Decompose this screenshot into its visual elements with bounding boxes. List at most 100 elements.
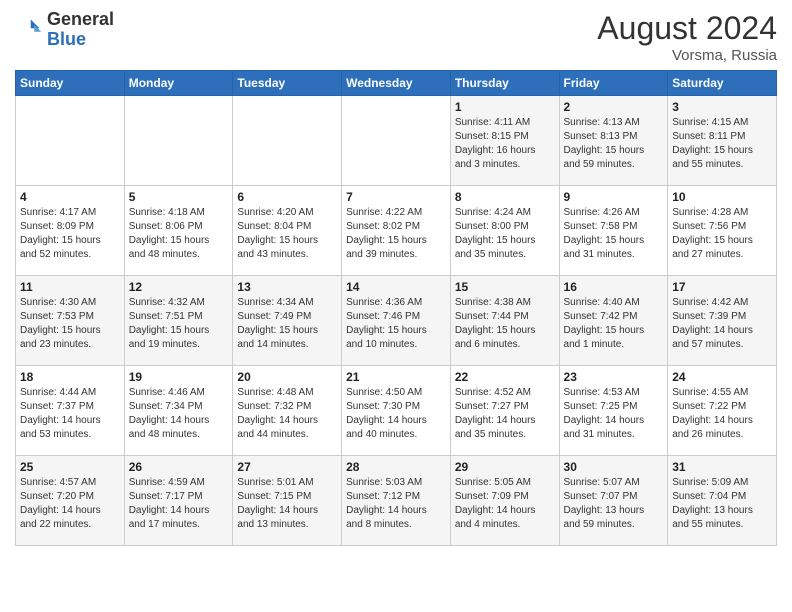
- day-number: 25: [20, 460, 120, 474]
- day-number: 18: [20, 370, 120, 384]
- day-info: Sunrise: 4:53 AM Sunset: 7:25 PM Dayligh…: [564, 386, 664, 442]
- calendar-week-2: 4Sunrise: 4:17 AM Sunset: 8:09 PM Daylig…: [16, 186, 777, 276]
- calendar-cell: 20 Sunrise: 4:48 AM Sunset: 7:32 PM Dayli…: [233, 366, 342, 456]
- calendar-cell: 9Sunrise: 4:26 AM Sunset: 7:58 PM Daylig…: [559, 186, 668, 276]
- calendar-cell: 17 Sunrise: 4:42 AM Sunset: 7:39 PM Dayli…: [668, 276, 777, 366]
- day-number: 8: [455, 190, 555, 204]
- day-number: 30: [564, 460, 664, 474]
- day-info: Sunrise: 4:59 AM Sunset: 7:17 PM Dayligh…: [129, 476, 229, 532]
- day-number: 12: [129, 280, 229, 294]
- logo-icon: [15, 16, 43, 44]
- weekday-header-sunday: Sunday: [16, 71, 125, 96]
- day-info: Sunrise: 4:40 AM Sunset: 7:42 PM Dayligh…: [564, 296, 664, 352]
- calendar-cell: [233, 96, 342, 186]
- calendar-week-5: 25 Sunrise: 4:57 AM Sunset: 7:20 PM Dayli…: [16, 456, 777, 546]
- calendar-cell: 30 Sunrise: 5:07 AM Sunset: 7:07 PM Dayli…: [559, 456, 668, 546]
- calendar-cell: 11 Sunrise: 4:30 AM Sunset: 7:53 PM Dayli…: [16, 276, 125, 366]
- day-info: Sunrise: 4:18 AM Sunset: 8:06 PM Dayligh…: [129, 206, 229, 262]
- calendar-cell: 1Sunrise: 4:11 AM Sunset: 8:15 PM Daylig…: [450, 96, 559, 186]
- calendar-cell: 27Sunrise: 5:01 AM Sunset: 7:15 PM Dayli…: [233, 456, 342, 546]
- day-info: Sunrise: 4:57 AM Sunset: 7:20 PM Dayligh…: [20, 476, 120, 532]
- day-info: Sunrise: 4:20 AM Sunset: 8:04 PM Dayligh…: [237, 206, 337, 262]
- day-number: 2: [564, 100, 664, 114]
- calendar-table: SundayMondayTuesdayWednesdayThursdayFrid…: [15, 70, 777, 546]
- day-number: 3: [672, 100, 772, 114]
- calendar-cell: 19 Sunrise: 4:46 AM Sunset: 7:34 PM Dayli…: [124, 366, 233, 456]
- calendar-cell: 5 Sunrise: 4:18 AM Sunset: 8:06 PM Daylig…: [124, 186, 233, 276]
- day-info: Sunrise: 4:15 AM Sunset: 8:11 PM Dayligh…: [672, 116, 772, 172]
- weekday-header-tuesday: Tuesday: [233, 71, 342, 96]
- day-info: Sunrise: 4:32 AM Sunset: 7:51 PM Dayligh…: [129, 296, 229, 352]
- calendar-week-1: 1Sunrise: 4:11 AM Sunset: 8:15 PM Daylig…: [16, 96, 777, 186]
- day-number: 11: [20, 280, 120, 294]
- day-number: 19: [129, 370, 229, 384]
- calendar-cell: 6 Sunrise: 4:20 AM Sunset: 8:04 PM Daylig…: [233, 186, 342, 276]
- day-info: Sunrise: 4:24 AM Sunset: 8:00 PM Dayligh…: [455, 206, 555, 262]
- day-number: 21: [346, 370, 446, 384]
- day-info: Sunrise: 4:48 AM Sunset: 7:32 PM Dayligh…: [237, 386, 337, 442]
- day-info: Sunrise: 4:34 AM Sunset: 7:49 PM Dayligh…: [237, 296, 337, 352]
- calendar-cell: 29 Sunrise: 5:05 AM Sunset: 7:09 PM Dayli…: [450, 456, 559, 546]
- calendar-cell: 3 Sunrise: 4:15 AM Sunset: 8:11 PM Daylig…: [668, 96, 777, 186]
- day-info: Sunrise: 4:42 AM Sunset: 7:39 PM Dayligh…: [672, 296, 772, 352]
- day-info: Sunrise: 4:13 AM Sunset: 8:13 PM Dayligh…: [564, 116, 664, 172]
- day-number: 17: [672, 280, 772, 294]
- day-number: 27: [237, 460, 337, 474]
- calendar-cell: 28 Sunrise: 5:03 AM Sunset: 7:12 PM Dayli…: [342, 456, 451, 546]
- calendar-cell: 7 Sunrise: 4:22 AM Sunset: 8:02 PM Daylig…: [342, 186, 451, 276]
- weekday-header-row: SundayMondayTuesdayWednesdayThursdayFrid…: [16, 71, 777, 96]
- weekday-header-friday: Friday: [559, 71, 668, 96]
- calendar-cell: 21Sunrise: 4:50 AM Sunset: 7:30 PM Dayli…: [342, 366, 451, 456]
- day-number: 7: [346, 190, 446, 204]
- day-info: Sunrise: 4:46 AM Sunset: 7:34 PM Dayligh…: [129, 386, 229, 442]
- calendar-cell: [342, 96, 451, 186]
- day-info: Sunrise: 5:03 AM Sunset: 7:12 PM Dayligh…: [346, 476, 446, 532]
- calendar-cell: 12 Sunrise: 4:32 AM Sunset: 7:51 PM Dayli…: [124, 276, 233, 366]
- calendar-cell: 23Sunrise: 4:53 AM Sunset: 7:25 PM Dayli…: [559, 366, 668, 456]
- day-info: Sunrise: 4:44 AM Sunset: 7:37 PM Dayligh…: [20, 386, 120, 442]
- month-year-title: August 2024: [597, 10, 777, 47]
- day-info: Sunrise: 4:55 AM Sunset: 7:22 PM Dayligh…: [672, 386, 772, 442]
- day-info: Sunrise: 5:09 AM Sunset: 7:04 PM Dayligh…: [672, 476, 772, 532]
- day-number: 20: [237, 370, 337, 384]
- day-number: 26: [129, 460, 229, 474]
- calendar-cell: [124, 96, 233, 186]
- day-info: Sunrise: 4:36 AM Sunset: 7:46 PM Dayligh…: [346, 296, 446, 352]
- day-info: Sunrise: 4:28 AM Sunset: 7:56 PM Dayligh…: [672, 206, 772, 262]
- calendar-cell: 25 Sunrise: 4:57 AM Sunset: 7:20 PM Dayli…: [16, 456, 125, 546]
- location-subtitle: Vorsma, Russia: [597, 47, 777, 64]
- calendar-week-4: 18 Sunrise: 4:44 AM Sunset: 7:37 PM Dayli…: [16, 366, 777, 456]
- logo: General Blue: [15, 10, 114, 50]
- day-number: 29: [455, 460, 555, 474]
- calendar-cell: 16Sunrise: 4:40 AM Sunset: 7:42 PM Dayli…: [559, 276, 668, 366]
- day-info: Sunrise: 4:30 AM Sunset: 7:53 PM Dayligh…: [20, 296, 120, 352]
- logo-blue-text: Blue: [47, 29, 86, 49]
- day-info: Sunrise: 5:07 AM Sunset: 7:07 PM Dayligh…: [564, 476, 664, 532]
- weekday-header-wednesday: Wednesday: [342, 71, 451, 96]
- day-number: 28: [346, 460, 446, 474]
- day-info: Sunrise: 5:05 AM Sunset: 7:09 PM Dayligh…: [455, 476, 555, 532]
- title-block: August 2024 Vorsma, Russia: [597, 10, 777, 64]
- weekday-header-monday: Monday: [124, 71, 233, 96]
- calendar-cell: 22 Sunrise: 4:52 AM Sunset: 7:27 PM Dayli…: [450, 366, 559, 456]
- calendar-cell: 18 Sunrise: 4:44 AM Sunset: 7:37 PM Dayli…: [16, 366, 125, 456]
- calendar-cell: 10Sunrise: 4:28 AM Sunset: 7:56 PM Dayli…: [668, 186, 777, 276]
- day-number: 5: [129, 190, 229, 204]
- day-info: Sunrise: 4:22 AM Sunset: 8:02 PM Dayligh…: [346, 206, 446, 262]
- calendar-cell: 13 Sunrise: 4:34 AM Sunset: 7:49 PM Dayli…: [233, 276, 342, 366]
- day-number: 22: [455, 370, 555, 384]
- day-number: 13: [237, 280, 337, 294]
- day-info: Sunrise: 4:17 AM Sunset: 8:09 PM Dayligh…: [20, 206, 120, 262]
- weekday-header-thursday: Thursday: [450, 71, 559, 96]
- page-header: General Blue August 2024 Vorsma, Russia: [15, 10, 777, 64]
- day-info: Sunrise: 4:52 AM Sunset: 7:27 PM Dayligh…: [455, 386, 555, 442]
- day-number: 14: [346, 280, 446, 294]
- calendar-cell: 14 Sunrise: 4:36 AM Sunset: 7:46 PM Dayli…: [342, 276, 451, 366]
- calendar-cell: 8 Sunrise: 4:24 AM Sunset: 8:00 PM Daylig…: [450, 186, 559, 276]
- day-number: 31: [672, 460, 772, 474]
- day-number: 6: [237, 190, 337, 204]
- day-info: Sunrise: 4:11 AM Sunset: 8:15 PM Dayligh…: [455, 116, 555, 172]
- calendar-cell: 2 Sunrise: 4:13 AM Sunset: 8:13 PM Daylig…: [559, 96, 668, 186]
- calendar-cell: [16, 96, 125, 186]
- day-number: 9: [564, 190, 664, 204]
